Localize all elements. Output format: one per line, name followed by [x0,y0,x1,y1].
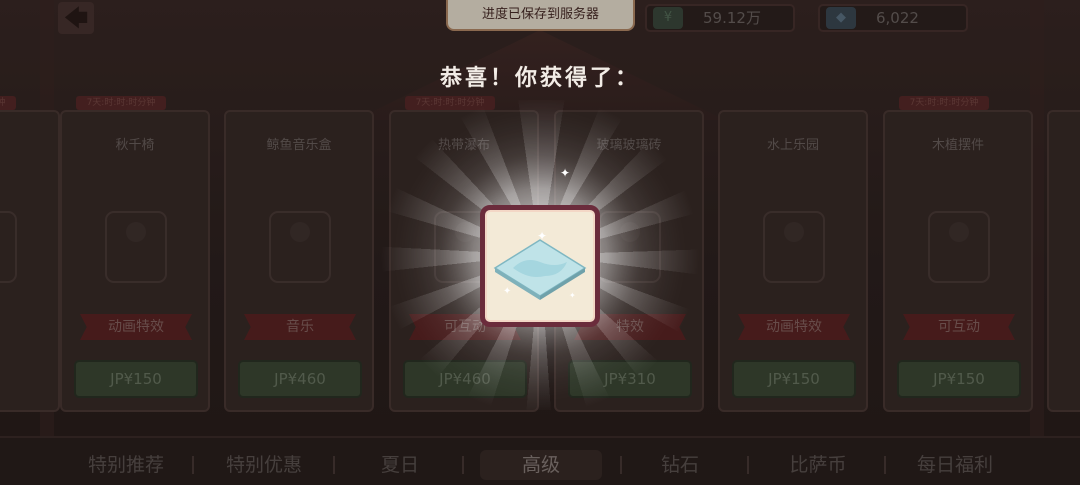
tab-divider [192,456,194,474]
whale-music-box-icon [244,172,356,322]
card-name: 秋千椅 [115,138,155,153]
card-name: 木植摆件 [931,138,984,153]
back-button[interactable]: 🡄 [58,2,94,34]
tab-pizza-coin[interactable]: 比萨币 [768,450,868,480]
cash-icon: ¥ [653,7,683,29]
tab-daily-bonus[interactable]: 每日福利 [900,450,1010,480]
gem-value: 6,022 [876,9,919,27]
coin-value: 59.12万 [703,9,761,27]
card-tag: 动画特效 [738,314,850,340]
shop-card[interactable]: 水上乐园动画特效 JP¥150 [718,110,868,412]
card-name: 鲸鱼音乐盒 [266,138,332,153]
popup-title: 恭喜！你获得了： [439,66,640,91]
card-timer: 7天:时:时:时分钟 [899,96,989,110]
tab-divider [884,456,886,474]
card-tag: 音乐 [244,314,356,340]
swing-chair-icon [80,172,192,322]
buy-price-button[interactable]: JP¥150 [732,360,856,398]
tab-diamond[interactable]: 钻石 [635,450,725,480]
shop-card[interactable]: 7天:时:时:时分钟木植摆件可互动 JP¥150 [883,96,1033,412]
card-timer: 7天:时:时:时分钟 [0,96,16,110]
tab-premium[interactable]: 高级 [480,450,602,480]
tab-divider [333,456,335,474]
glass-floor-tile-icon: ✦ ✦ ✦ [493,229,587,300]
shop-card[interactable] [1047,110,1080,412]
tab-summer[interactable]: 夏日 [355,450,445,480]
tab-divider [747,456,749,474]
svg-text:✦: ✦ [569,291,576,300]
svg-text:✦: ✦ [503,286,511,297]
tab-divider [462,456,464,474]
shop-card[interactable]: 7天:时:时:时分钟秋千椅动画特效 JP¥150 [60,96,210,412]
svg-text:✦: ✦ [537,229,547,243]
diamond-icon: ◆ [826,7,856,29]
save-toast: 进度已保存到服务器 [446,0,635,31]
cat-icon [0,172,42,322]
tab-special-offer[interactable]: 特别优惠 [208,450,320,480]
coin-counter[interactable]: ¥ 59.12万 [645,4,795,32]
tab-divider [620,456,622,474]
category-tab-bar: 特别推荐 特别优惠 夏日 高级 钻石 比萨币 每日福利 [0,436,1080,485]
shop-screen: 🡄 进度已保存到服务器 ¥ 59.12万 ◆ 6,022 7天:时:时:时分钟7… [0,0,1080,485]
gem-counter[interactable]: ◆ 6,022 [818,4,968,32]
buy-price-button[interactable]: JP¥460 [238,360,362,398]
buy-price-button[interactable]: JP¥150 [74,360,198,398]
card-tag: 可互动 [903,314,1015,340]
card-name: 水上乐园 [766,138,819,153]
wood-planter-icon [903,172,1015,322]
arrow-left-icon: 🡄 [63,4,89,32]
reward-item-frame[interactable]: ✦ ✦ ✦ [480,205,600,327]
shop-card[interactable]: 鲸鱼音乐盒音乐 JP¥460 [224,110,374,412]
sparkle-icon: ✦ [560,166,571,180]
card-timer: 7天:时:时:时分钟 [76,96,166,110]
shop-card[interactable]: 7天:时:时:时分钟 [0,96,60,412]
partial-card [1067,172,1080,322]
tab-special-recommend[interactable]: 特别推荐 [70,450,182,480]
buy-price-button[interactable]: JP¥150 [897,360,1021,398]
card-tag: 动画特效 [80,314,192,340]
water-park-icon [738,172,850,322]
